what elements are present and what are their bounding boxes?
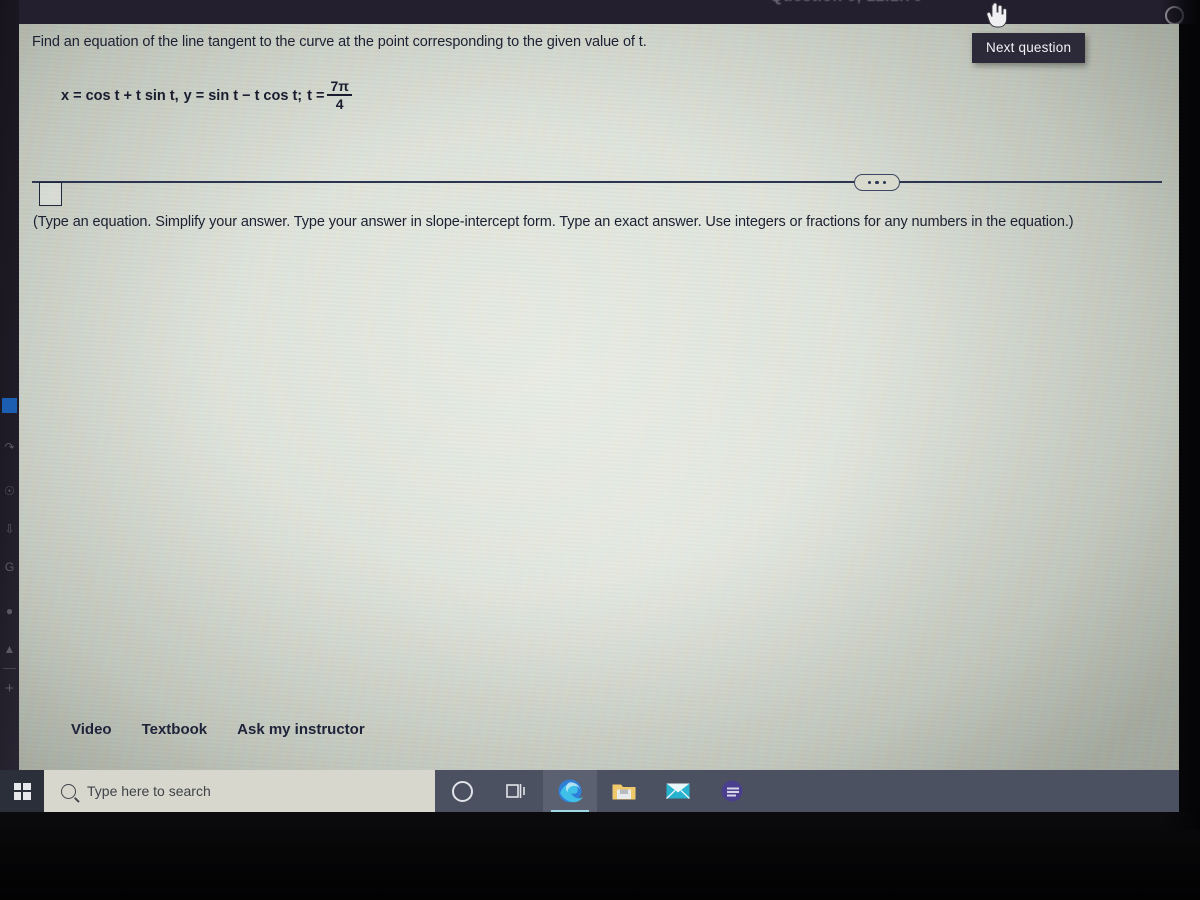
task-view-icon xyxy=(506,784,525,798)
question-prompt: Find an equation of the line tangent to … xyxy=(32,34,647,50)
bookmark-blue-icon[interactable] xyxy=(2,398,17,413)
t-value-fraction: 7π 4 xyxy=(327,79,352,111)
textbook-link[interactable]: Textbook xyxy=(142,721,208,738)
windows-start-button[interactable] xyxy=(0,770,44,812)
search-placeholder-text: Type here to search xyxy=(87,783,211,799)
answer-instruction: (Type an equation. Simplify your answer.… xyxy=(33,214,1074,230)
task-view-button[interactable] xyxy=(489,770,543,812)
microsoft-edge-icon xyxy=(558,779,583,803)
ask-instructor-link[interactable]: Ask my instructor xyxy=(237,721,365,738)
folder-icon[interactable]: ☉ xyxy=(2,484,17,499)
downloads-icon[interactable]: ⇩ xyxy=(2,522,17,537)
file-explorer-icon xyxy=(612,784,636,800)
dot-2-icon xyxy=(875,180,879,185)
next-question-tooltip[interactable]: Next question xyxy=(972,33,1086,63)
equation-y-part: y = sin t − t cos t; xyxy=(183,88,303,105)
equation-x-part: x = cos t + t sin t, xyxy=(61,88,179,105)
file-explorer-button[interactable] xyxy=(597,770,651,812)
search-magnifier-icon xyxy=(61,783,76,799)
screen-photo: Question 9, 12.1.70 ↷ ☉ ⇩ G ● ▲ + Find a… xyxy=(0,0,1200,900)
screen-bezel-bottom xyxy=(0,812,1200,900)
sidebar-divider xyxy=(3,668,16,669)
history-arrow-icon[interactable]: ↷ xyxy=(2,440,17,455)
person-icon[interactable]: ▲ xyxy=(2,642,17,657)
cortana-icon xyxy=(451,780,473,802)
answer-input-field[interactable] xyxy=(39,182,62,206)
parametric-equations: x = cos t + t sin t, y = sin t − t cos t… xyxy=(61,79,352,112)
taskbar-button-group xyxy=(435,770,1179,812)
window-title: Question 9, 12.1.70 xyxy=(770,0,1000,6)
mail-icon xyxy=(666,783,690,799)
pointing-hand-cursor xyxy=(986,2,1008,28)
mathxl-question-page: Find an equation of the line tangent to … xyxy=(19,24,1179,770)
cortana-button[interactable] xyxy=(435,770,489,812)
dot-3-icon xyxy=(882,180,886,185)
dot-1-icon xyxy=(868,180,872,185)
browser-title-bar: Question 9, 12.1.70 xyxy=(0,0,1200,24)
windows-taskbar: Type here to search xyxy=(0,770,1179,812)
app-purple-icon xyxy=(721,780,743,802)
add-plus-icon[interactable]: + xyxy=(2,681,17,696)
resource-links: Video Textbook Ask my instructor xyxy=(71,721,365,738)
app-purple-button[interactable] xyxy=(705,770,759,812)
profile-icon[interactable]: ● xyxy=(2,604,17,619)
ellipsis-toggle[interactable] xyxy=(854,174,900,191)
mail-button[interactable] xyxy=(651,770,705,812)
windows-start-icon xyxy=(13,782,31,800)
fraction-numerator: 7π xyxy=(330,78,349,94)
microsoft-edge-button[interactable] xyxy=(543,770,597,812)
browser-side-strip: ↷ ☉ ⇩ G ● ▲ + xyxy=(0,0,19,812)
section-divider xyxy=(32,181,1162,183)
taskbar-search-box[interactable]: Type here to search xyxy=(44,770,435,812)
fraction-denominator: 4 xyxy=(335,95,344,112)
google-g-icon[interactable]: G xyxy=(2,560,17,575)
equation-t-label: t = xyxy=(307,88,325,105)
video-link[interactable]: Video xyxy=(71,721,112,738)
